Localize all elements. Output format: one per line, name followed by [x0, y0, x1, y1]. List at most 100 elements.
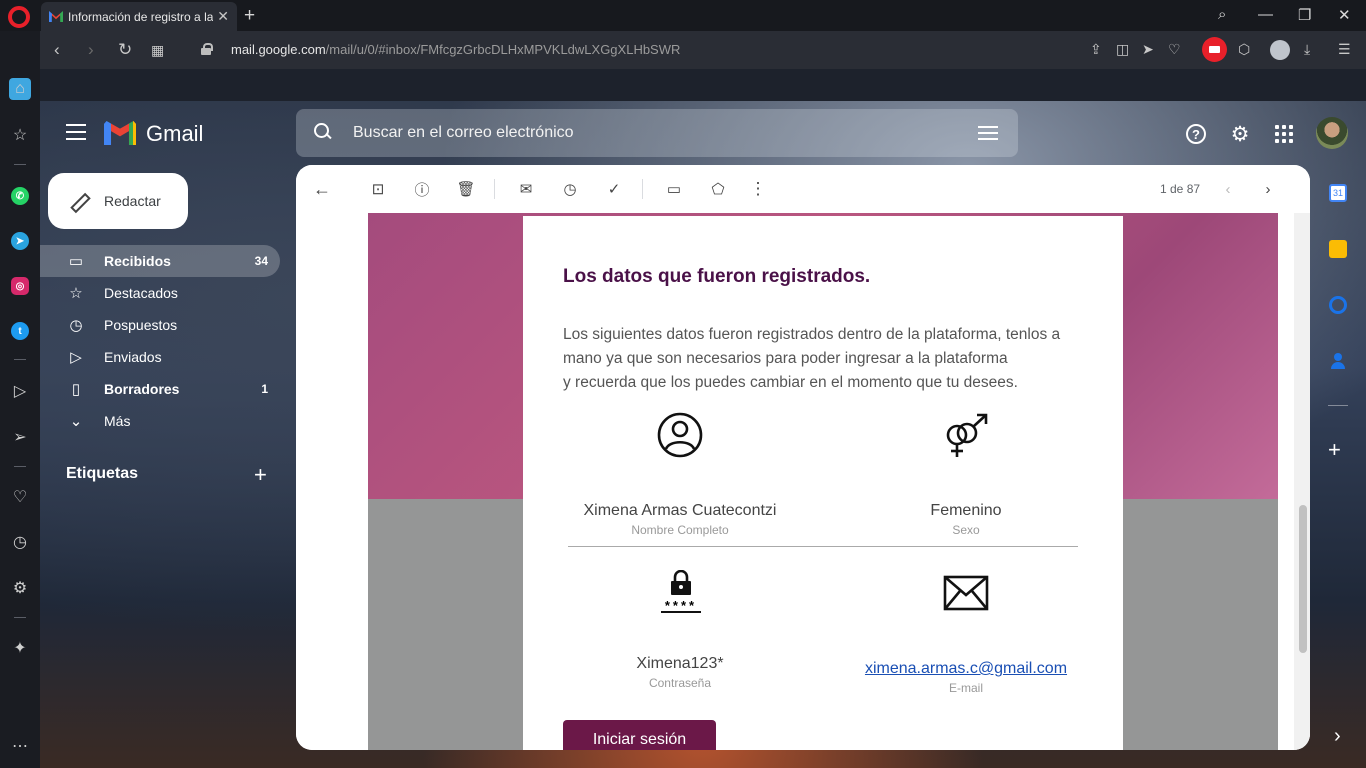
nav-label: Borradores: [104, 381, 180, 397]
calendar-icon[interactable]: 31: [1329, 184, 1347, 202]
tab-search-icon[interactable]: ⌕: [1218, 6, 1226, 23]
get-addons-icon[interactable]: +: [1328, 437, 1341, 463]
settings-icon[interactable]: ⚙: [1228, 122, 1252, 146]
back-to-inbox-icon[interactable]: ←: [312, 179, 332, 199]
older-icon[interactable]: ›: [1258, 179, 1278, 199]
download-icon[interactable]: ⤓: [1304, 41, 1310, 58]
nav-item-more[interactable]: ⌄ Más: [40, 405, 280, 437]
search-input[interactable]: Buscar en el correo electrónico: [353, 124, 574, 142]
email-label: E-mail: [948, 681, 983, 695]
keep-icon[interactable]: [1329, 240, 1347, 258]
history-icon[interactable]: ◷: [9, 531, 31, 553]
telegram-icon[interactable]: ➤: [9, 230, 31, 252]
scrollbar-track[interactable]: [1294, 213, 1310, 750]
sex-value: Femenino: [930, 502, 1002, 519]
search-icon[interactable]: [314, 123, 331, 140]
gmail-logo-icon[interactable]: [104, 121, 136, 145]
envelope-icon: [943, 575, 989, 611]
camera-icon[interactable]: ◫: [1116, 41, 1129, 58]
tabs-grid-icon[interactable]: ▦: [151, 42, 164, 59]
lock-icon[interactable]: [201, 43, 213, 55]
sex-field: Femenino Sexo: [836, 502, 1096, 537]
settings-gear-icon[interactable]: ⚙: [9, 577, 31, 599]
nav-label: Recibidos: [104, 253, 171, 269]
home-icon[interactable]: ⌂: [9, 78, 31, 100]
email-field: ximena.armas.c@gmail.com E-mail: [836, 660, 1096, 695]
email-link[interactable]: ximena.armas.c@gmail.com: [836, 660, 1096, 678]
bookmark-star-icon[interactable]: ☆: [9, 124, 31, 146]
browser-tab[interactable]: Información de registro a la ✕: [41, 2, 237, 31]
pager-text: 1 de 87: [1160, 182, 1201, 196]
tab-close-icon[interactable]: ✕: [217, 8, 229, 25]
reload-icon[interactable]: ↻: [118, 40, 132, 60]
restore-icon[interactable]: ❐: [1298, 6, 1311, 24]
delete-icon[interactable]: 🗑: [456, 179, 476, 199]
bookmark-heart-icon[interactable]: ♡: [1168, 41, 1181, 58]
new-tab-button[interactable]: +: [244, 5, 255, 27]
lightbulb-icon[interactable]: ✦: [9, 637, 31, 659]
email-body: Los datos que fueron registrados. Los si…: [296, 213, 1310, 750]
twitter-icon[interactable]: t: [9, 320, 31, 342]
nav-label: Más: [104, 413, 131, 429]
vpn-icon[interactable]: [1202, 37, 1227, 62]
more-options-icon[interactable]: ⋮: [748, 179, 768, 199]
newer-icon[interactable]: ‹: [1218, 179, 1238, 199]
whatsapp-icon[interactable]: ✆: [9, 185, 31, 207]
instagram-icon[interactable]: ◎: [9, 275, 31, 297]
move-to-icon[interactable]: ▭: [664, 179, 684, 199]
message-toolbar: ← ⊡ ⓘ 🗑 ✉ ◷ ✓ ▭ ⬠ ⋮ 1 de 87 ‹ ›: [296, 165, 1310, 213]
main-menu-icon[interactable]: [66, 124, 86, 140]
nav-item-starred[interactable]: ☆ Destacados: [40, 277, 280, 309]
minimize-icon[interactable]: —: [1258, 6, 1273, 23]
tasks-icon[interactable]: [1329, 296, 1347, 314]
expand-panel-icon[interactable]: ›: [1334, 725, 1341, 748]
compose-button[interactable]: Redactar: [48, 173, 188, 229]
gmail-brand[interactable]: Gmail: [146, 121, 203, 147]
contacts-icon[interactable]: [1329, 352, 1347, 370]
url-field[interactable]: mail.google.com/mail/u/0/#inbox/FMfcgzGr…: [231, 42, 680, 57]
opera-sidebar: ⌂ ☆ ✆ ➤ ◎ t ▷ ➢ ♡ ◷ ⚙ ✦ ⋯: [0, 31, 40, 768]
share-icon[interactable]: ⇪: [1090, 41, 1102, 58]
close-window-icon[interactable]: ✕: [1338, 6, 1351, 24]
sex-label: Sexo: [952, 523, 980, 537]
search-bar[interactable]: Buscar en el correo electrónico: [296, 109, 1018, 157]
send-page-icon[interactable]: ➤: [1142, 41, 1154, 58]
nav-item-sent[interactable]: ▷ Enviados: [40, 341, 280, 373]
easy-setup-icon[interactable]: ☰: [1338, 41, 1351, 58]
label-icon[interactable]: ⬠: [708, 179, 728, 199]
side-apps-panel: 31 + ›: [1310, 165, 1366, 768]
search-options-icon[interactable]: [978, 124, 998, 142]
opera-logo-icon[interactable]: [8, 6, 30, 28]
nav-label: Enviados: [104, 349, 162, 365]
report-spam-icon[interactable]: ⓘ: [412, 179, 432, 199]
nav-label: Destacados: [104, 285, 178, 301]
forward-icon[interactable]: ›: [88, 40, 94, 60]
gender-icon: [946, 413, 988, 457]
add-label-button[interactable]: +: [254, 462, 267, 488]
chevron-down-icon: ⌄: [69, 413, 83, 430]
player-icon[interactable]: ▷: [9, 380, 31, 402]
message-panel: ← ⊡ ⓘ 🗑 ✉ ◷ ✓ ▭ ⬠ ⋮ 1 de 87 ‹ › Los dato…: [296, 165, 1310, 750]
extensions-cube-icon[interactable]: ⬡: [1238, 41, 1250, 58]
gmail-favicon-icon: [49, 11, 63, 22]
password-value: Ximena123*: [636, 655, 724, 672]
archive-icon[interactable]: ⊡: [368, 179, 388, 199]
login-button[interactable]: Iniciar sesión: [563, 720, 716, 750]
full-name-value: Ximena Armas Cuatecontzi: [583, 502, 777, 519]
help-icon[interactable]: ?: [1184, 122, 1208, 146]
browser-profile-icon[interactable]: [1270, 40, 1290, 60]
nav-item-snoozed[interactable]: ◷ Pospuestos: [40, 309, 280, 341]
back-icon[interactable]: ‹: [54, 40, 60, 60]
add-task-icon[interactable]: ✓: [604, 179, 624, 199]
password-stars: ****: [661, 599, 701, 613]
heart-icon[interactable]: ♡: [9, 486, 31, 508]
nav-item-drafts[interactable]: ▯ Borradores 1: [40, 373, 280, 405]
send-flow-icon[interactable]: ➢: [9, 426, 31, 448]
scrollbar-thumb[interactable]: [1299, 505, 1307, 653]
more-dots-icon[interactable]: ⋯: [9, 735, 31, 757]
mark-unread-icon[interactable]: ✉: [516, 179, 536, 199]
snooze-icon[interactable]: ◷: [560, 179, 580, 199]
nav-item-inbox[interactable]: ▭ Recibidos 34: [40, 245, 280, 277]
google-apps-icon[interactable]: [1272, 122, 1296, 146]
account-avatar[interactable]: [1316, 117, 1348, 149]
